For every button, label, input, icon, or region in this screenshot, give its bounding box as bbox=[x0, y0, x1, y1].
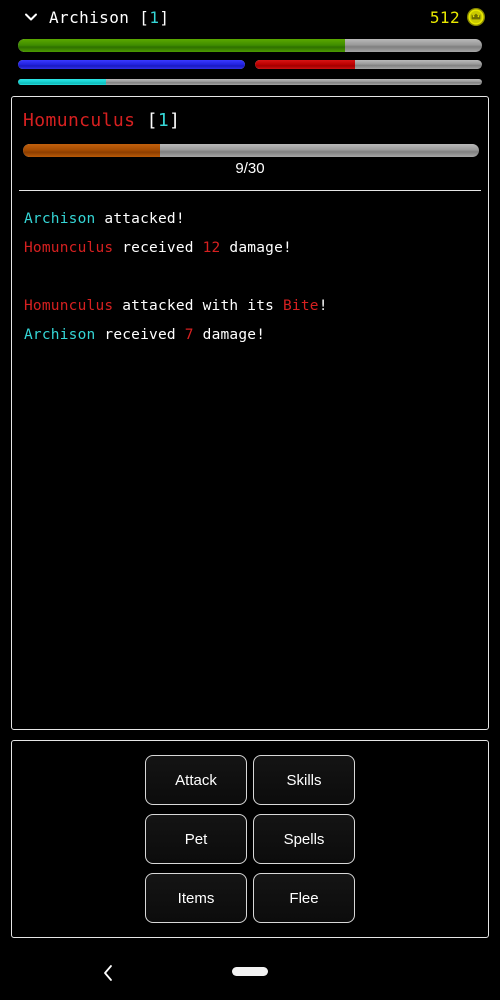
player-stamina-bar-fill bbox=[255, 60, 355, 69]
panel-divider bbox=[19, 190, 481, 191]
enemy-name: Homunculus bbox=[23, 110, 136, 131]
player-health-bar bbox=[18, 39, 482, 52]
player-mana-bar-fill bbox=[18, 60, 245, 69]
battle-log-line: Archison attacked! bbox=[24, 205, 480, 234]
log-token-enemy: Homunculus bbox=[24, 240, 114, 256]
battle-log-line: Homunculus received 12 damage! bbox=[24, 234, 480, 263]
player-level-value: 1 bbox=[149, 7, 160, 27]
player-level-close: ] bbox=[159, 7, 170, 27]
log-token-plain: received bbox=[113, 240, 203, 256]
flee-button[interactable]: Flee bbox=[253, 873, 355, 923]
log-token-plain: ! bbox=[318, 298, 328, 314]
player-stamina-bar bbox=[255, 60, 482, 69]
enemy-health-bar-fill bbox=[23, 144, 160, 157]
battle-log: Archison attacked! Homunculus received 12… bbox=[24, 205, 480, 350]
battle-log-line: Homunculus attacked with its Bite! bbox=[24, 292, 480, 321]
player-experience-bar-fill bbox=[18, 79, 107, 85]
android-home-indicator[interactable] bbox=[232, 967, 268, 976]
attack-button-label: Attack bbox=[175, 771, 217, 789]
log-token-plain: received bbox=[95, 327, 185, 343]
gold-amount: 512 bbox=[429, 7, 460, 27]
log-token-dmg: 12 bbox=[202, 240, 221, 256]
skills-button-label: Skills bbox=[286, 771, 322, 789]
player-level: [1] bbox=[129, 8, 169, 27]
enemy-health-text: 9/30 bbox=[235, 160, 265, 177]
log-token-player: Archison bbox=[24, 327, 96, 343]
chevron-down-icon bbox=[25, 13, 37, 21]
player-experience-bar bbox=[18, 79, 482, 85]
player-header: Archison [1] 512 bbox=[0, 0, 500, 34]
log-token-player: Archison bbox=[24, 211, 96, 227]
log-token-dmg: 7 bbox=[184, 327, 194, 343]
action-panel: Attack Skills Pet Spells Items Flee bbox=[11, 740, 489, 938]
enemy-health-bar bbox=[23, 144, 479, 157]
enemy-level-open: [ bbox=[135, 110, 158, 131]
log-token-enemy: Homunculus bbox=[24, 298, 114, 314]
player-health-bar-fill bbox=[18, 39, 346, 52]
enemy-level: [1] bbox=[135, 110, 180, 131]
gold-display: 512 bbox=[430, 0, 486, 34]
log-token-plain: damage! bbox=[193, 327, 266, 343]
log-token-plain: attacked! bbox=[95, 211, 185, 227]
spells-button-label: Spells bbox=[283, 830, 325, 848]
skills-button[interactable]: Skills bbox=[253, 755, 355, 805]
pet-button[interactable]: Pet bbox=[145, 814, 247, 864]
player-mana-bar bbox=[18, 60, 245, 69]
collapse-toggle-button[interactable] bbox=[17, 3, 45, 31]
android-navigation-bar bbox=[0, 946, 500, 1000]
spells-button[interactable]: Spells bbox=[253, 814, 355, 864]
battle-log-line: Archison received 7 damage! bbox=[24, 321, 480, 350]
action-row: Pet Spells bbox=[145, 814, 355, 864]
coin-icon bbox=[467, 8, 485, 26]
player-name: Archison bbox=[49, 7, 130, 27]
log-token-skill: Bite bbox=[282, 298, 319, 314]
enemy-level-value: 1 bbox=[157, 110, 170, 131]
chevron-left-icon bbox=[104, 965, 112, 981]
flee-button-label: Flee bbox=[289, 889, 319, 907]
battle-panel: Homunculus [1] 9/30 Archison attacked! Ho… bbox=[11, 96, 489, 730]
action-row: Attack Skills bbox=[145, 755, 355, 805]
pet-button-label: Pet bbox=[184, 830, 208, 848]
items-button[interactable]: Items bbox=[145, 873, 247, 923]
enemy-level-close: ] bbox=[169, 110, 181, 131]
attack-button[interactable]: Attack bbox=[145, 755, 247, 805]
android-back-button[interactable] bbox=[92, 958, 124, 988]
log-token-plain: damage! bbox=[220, 240, 292, 256]
action-button-grid: Attack Skills Pet Spells Items Flee bbox=[12, 741, 488, 937]
action-row: Items Flee bbox=[145, 873, 355, 923]
player-level-open: [ bbox=[129, 7, 150, 27]
enemy-header: Homunculus [1] bbox=[23, 110, 180, 131]
battle-log-line bbox=[24, 263, 480, 292]
items-button-label: Items bbox=[177, 889, 215, 907]
log-token-plain: attacked with its bbox=[113, 298, 283, 314]
